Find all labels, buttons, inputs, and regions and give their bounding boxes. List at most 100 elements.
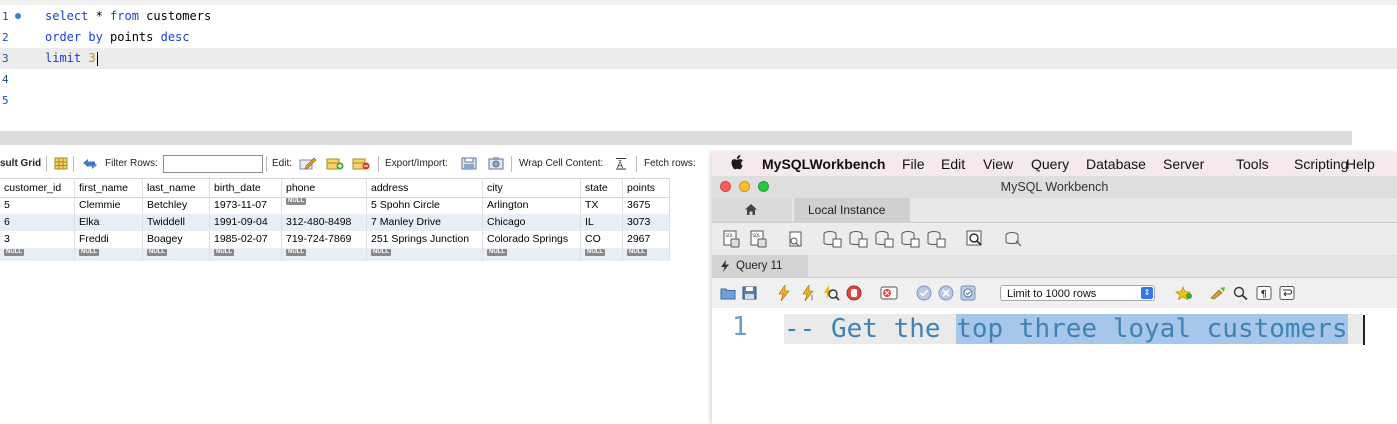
table-cell[interactable]: 6 [0,214,75,231]
execute-icon[interactable] [776,284,792,306]
column-header-phone[interactable]: phone [282,179,367,197]
table-cell[interactable]: NULL [367,248,483,261]
apple-logo-icon[interactable] [730,154,746,172]
pane-splitter[interactable] [0,131,1352,145]
open-file-icon[interactable] [720,286,736,305]
app-menu[interactable]: MySQLWorkbench [762,156,885,172]
find-icon[interactable] [1233,286,1249,305]
table-cell[interactable]: Arlington [483,197,581,214]
table-cell[interactable]: 719-724-7869 [282,231,367,248]
table-cell[interactable]: Elka [75,214,143,231]
limit-rows-select[interactable]: Limit to 1000 rows ⇕ [1000,285,1155,301]
commit-icon[interactable] [916,285,932,306]
search-table-data-icon[interactable] [965,229,985,254]
toggle-error-icon[interactable] [880,286,898,305]
table-cell[interactable]: NULL [0,248,75,261]
table-cell[interactable]: Freddi [75,231,143,248]
table-cell[interactable]: Boagey [143,231,210,248]
execute-current-icon[interactable]: I [800,284,818,306]
sql-editor[interactable]: 1 select * from customers 2 order by points… [0,5,1397,131]
new-sql-tab-icon[interactable]: SQL [722,229,742,254]
create-table-icon[interactable] [848,229,868,254]
menu-view[interactable]: View [983,156,1013,172]
table-cell[interactable]: NULL [282,197,367,214]
query-tab[interactable]: Query 11 [712,255,808,277]
table-cell[interactable]: IL [581,214,623,231]
table-cell[interactable]: 1973-11-07 [210,197,282,214]
table-cell[interactable]: 5 Spohn Circle [367,197,483,214]
menu-server[interactable]: Server [1163,156,1204,172]
result-grid-label[interactable]: sult Grid [0,158,41,169]
table-cell[interactable]: 251 Springs Junction [367,231,483,248]
rollback-icon[interactable] [938,285,954,306]
table-cell[interactable]: NULL [210,248,282,261]
add-row-icon[interactable] [326,157,344,170]
table-cell[interactable]: NULL [282,248,367,261]
column-header-birth-date[interactable]: birth_date [210,179,282,197]
table-row[interactable]: 3 Freddi Boagey 1985-02-07 719-724-7869 251 S… [0,231,670,248]
stop-icon[interactable] [846,285,862,306]
delete-row-icon[interactable] [352,157,370,170]
table-cell[interactable]: 3 [0,231,75,248]
new-row-placeholder[interactable]: NULL NULL NULL NULL NULL NULL NULL NULL NULL [0,248,670,261]
autocommit-icon[interactable] [960,285,976,306]
filter-rows-input[interactable] [163,155,263,173]
code-line-3[interactable]: 3 limit 3 [0,48,1397,69]
grid-view-icon[interactable] [54,157,68,170]
table-cell[interactable]: 1991-09-04 [210,214,282,231]
column-header-first-name[interactable]: first_name [75,179,143,197]
table-cell[interactable]: Twiddell [143,214,210,231]
table-cell[interactable]: CO [581,231,623,248]
wrap-lines-icon[interactable] [1279,286,1295,305]
table-cell[interactable]: TX [581,197,623,214]
invisibles-icon[interactable]: ¶ [1256,286,1272,305]
table-cell[interactable]: 3073 [623,214,670,231]
table-cell[interactable]: 7 Manley Drive [367,214,483,231]
create-schema-icon[interactable] [822,229,842,254]
code-line-5[interactable]: 5 [0,90,1397,111]
table-cell[interactable]: NULL [483,248,581,261]
table-cell[interactable]: NULL [623,248,670,261]
menu-database[interactable]: Database [1086,156,1146,172]
beautify-icon[interactable] [1209,286,1227,305]
wrap-text-icon[interactable]: Ā [614,157,628,170]
table-cell[interactable]: NULL [143,248,210,261]
edit-row-icon[interactable] [299,157,317,170]
export-icon[interactable] [460,157,478,170]
statement-marker-icon[interactable] [15,13,21,19]
save-file-icon[interactable] [742,286,758,305]
create-procedure-icon[interactable] [900,229,920,254]
local-instance-tab[interactable]: Local Instance [794,198,910,222]
table-cell[interactable]: 312-480-8498 [282,214,367,231]
table-cell[interactable]: 3675 [623,197,670,214]
code-line-4[interactable]: 4 [0,69,1397,90]
create-function-icon[interactable] [926,229,946,254]
table-cell[interactable]: 2967 [623,231,670,248]
create-view-icon[interactable] [874,229,894,254]
table-cell[interactable]: Betchley [143,197,210,214]
column-header-customer-id[interactable]: customer_id [0,179,75,197]
table-cell[interactable]: Colorado Springs [483,231,581,248]
column-header-state[interactable]: state [581,179,623,197]
table-cell[interactable]: 5 [0,197,75,214]
table-cell[interactable]: NULL [75,248,143,261]
table-cell[interactable]: 1985-02-07 [210,231,282,248]
import-icon[interactable] [487,157,505,170]
table-cell[interactable]: Chicago [483,214,581,231]
menu-help[interactable]: Help [1346,156,1375,172]
table-cell[interactable]: Clemmie [75,197,143,214]
code-line-1[interactable]: 1 select * from customers [0,6,1397,27]
add-snippet-icon[interactable] [1175,286,1193,305]
reconnect-icon[interactable] [1003,229,1023,254]
menu-edit[interactable]: Edit [941,156,965,172]
column-header-address[interactable]: address [367,179,483,197]
menu-tools[interactable]: Tools [1236,156,1269,172]
code-line-2[interactable]: 2 order by points desc [0,27,1397,48]
table-row[interactable]: 6 Elka Twiddell 1991-09-04 312-480-8498 7 Man… [0,214,670,231]
menu-query[interactable]: Query [1031,156,1069,172]
open-sql-script-icon[interactable]: SQL [749,229,769,254]
explain-icon[interactable] [822,285,840,306]
menu-scripting[interactable]: Scripting [1294,156,1348,172]
column-header-points[interactable]: points [623,179,670,197]
menu-file[interactable]: File [902,156,925,172]
